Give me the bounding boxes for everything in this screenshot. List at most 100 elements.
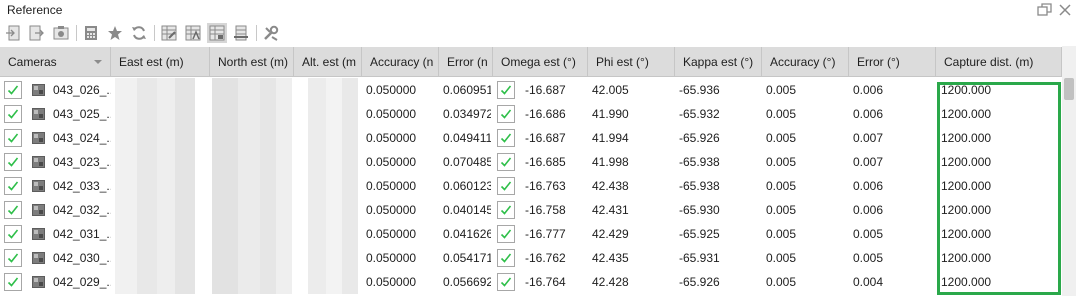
column-header-cameras[interactable]: Cameras — [0, 47, 111, 77]
camera-enabled-checkbox[interactable] — [4, 249, 22, 267]
accuracy-m-value: 0.050000 — [366, 83, 417, 97]
vertical-scrollbar[interactable] — [1062, 46, 1076, 296]
check-icon — [7, 229, 19, 239]
alt-value-redacted — [308, 174, 358, 198]
table-row[interactable]: 042_030_... 0.050000 0.054171 -16.762 42… — [0, 246, 1062, 270]
capture-dist-value: 1200.000 — [941, 83, 992, 97]
close-icon[interactable] — [1056, 1, 1074, 19]
reference-table: Cameras East est (m) North est (m) Alt. … — [0, 46, 1076, 296]
orientation-enabled-checkbox[interactable] — [497, 153, 515, 171]
orientation-enabled-checkbox[interactable] — [497, 201, 515, 219]
omega-value: -16.764 — [525, 275, 566, 289]
table-header: Cameras East est (m) North est (m) Alt. … — [0, 47, 1062, 77]
error-deg-value: 0.007 — [853, 131, 884, 145]
column-header-accuracy-deg[interactable]: Accuracy (°) — [762, 47, 849, 77]
capture-dist-value: 1200.000 — [941, 155, 992, 169]
calculator-icon[interactable] — [81, 23, 101, 43]
settings-tools-icon[interactable] — [261, 23, 281, 43]
orientation-enabled-checkbox[interactable] — [497, 273, 515, 291]
kappa-value: -65.936 — [679, 83, 720, 97]
camera-label: 043_026_... — [53, 83, 111, 97]
column-header-phi[interactable]: Phi est (°) — [588, 47, 675, 77]
import-reference-icon[interactable] — [3, 23, 23, 43]
orientation-enabled-checkbox[interactable] — [497, 249, 515, 267]
table-row[interactable]: 043_024_... 0.050000 0.049411 -16.687 41… — [0, 126, 1062, 150]
camera-enabled-checkbox[interactable] — [4, 201, 22, 219]
accuracy-m-value: 0.050000 — [366, 155, 417, 169]
table-row[interactable]: 043_026_... 0.050000 0.060951 -16.687 42… — [0, 78, 1062, 102]
omega-value: -16.687 — [525, 131, 566, 145]
check-icon — [7, 85, 19, 95]
panel-titlebar: Reference — [0, 0, 1076, 20]
accuracy-deg-value: 0.005 — [766, 131, 797, 145]
column-header-capture-dist[interactable]: Capture dist. (m) — [936, 47, 1062, 77]
column-header-omega[interactable]: Omega est (°) — [493, 47, 588, 77]
orientation-enabled-checkbox[interactable] — [497, 225, 515, 243]
phi-value: 41.998 — [592, 155, 629, 169]
camera-label: 043_025_... — [53, 107, 111, 121]
export-reference-icon[interactable] — [26, 23, 46, 43]
column-header-east[interactable]: East est (m) — [111, 47, 210, 77]
table-row[interactable]: 042_032_... 0.050000 0.040145 -16.758 42… — [0, 198, 1062, 222]
alt-value-redacted — [308, 246, 358, 270]
check-icon — [7, 157, 19, 167]
column-header-accuracy-m[interactable]: Accuracy (n — [362, 47, 439, 77]
check-icon — [7, 253, 19, 263]
toolbar-separator — [154, 25, 155, 41]
check-icon — [500, 109, 512, 119]
view-estimated-icon[interactable] — [183, 23, 203, 43]
camera-enabled-checkbox[interactable] — [4, 225, 22, 243]
check-icon — [7, 109, 19, 119]
camera-enabled-checkbox[interactable] — [4, 273, 22, 291]
convert-reference-icon[interactable] — [51, 23, 71, 43]
column-header-kappa[interactable]: Kappa est (°) — [675, 47, 762, 77]
float-icon[interactable] — [1036, 1, 1054, 19]
orientation-enabled-checkbox[interactable] — [497, 105, 515, 123]
phi-value: 41.994 — [592, 131, 629, 145]
table-body: 043_026_... 0.050000 0.060951 -16.687 42… — [0, 78, 1062, 296]
orientation-enabled-checkbox[interactable] — [497, 129, 515, 147]
column-header-north[interactable]: North est (m) — [210, 47, 294, 77]
east-value-redacted — [115, 222, 195, 246]
column-header-alt[interactable]: Alt. est (m — [294, 47, 362, 77]
accuracy-deg-value: 0.005 — [766, 203, 797, 217]
camera-enabled-checkbox[interactable] — [4, 105, 22, 123]
camera-enabled-checkbox[interactable] — [4, 129, 22, 147]
column-header-error-m[interactable]: Error (n — [439, 47, 493, 77]
error-m-value: 0.060951 — [443, 83, 491, 97]
star-icon[interactable] — [105, 23, 125, 43]
error-m-value: 0.041626 — [443, 227, 491, 241]
table-row[interactable]: 042_029_... 0.050000 0.056692 -16.764 42… — [0, 270, 1062, 294]
camera-enabled-checkbox[interactable] — [4, 81, 22, 99]
camera-enabled-checkbox[interactable] — [4, 177, 22, 195]
kappa-value: -65.938 — [679, 155, 720, 169]
check-icon — [500, 205, 512, 215]
view-source-icon[interactable] — [159, 23, 179, 43]
accuracy-m-value: 0.050000 — [366, 107, 417, 121]
view-errors-icon[interactable] — [207, 23, 227, 43]
table-row[interactable]: 043_025_... 0.050000 0.034972 -16.686 41… — [0, 102, 1062, 126]
camera-icon — [32, 228, 45, 240]
alt-value-redacted — [308, 78, 358, 102]
camera-label: 042_033_... — [53, 179, 111, 193]
error-m-value: 0.034972 — [443, 107, 491, 121]
accuracy-deg-value: 0.005 — [766, 107, 797, 121]
table-row[interactable]: 043_023_... 0.050000 0.070485 -16.685 41… — [0, 150, 1062, 174]
east-value-redacted — [115, 78, 195, 102]
orientation-enabled-checkbox[interactable] — [497, 177, 515, 195]
refresh-icon[interactable] — [129, 23, 149, 43]
kappa-value: -65.926 — [679, 275, 720, 289]
check-icon — [500, 277, 512, 287]
orientation-enabled-checkbox[interactable] — [497, 81, 515, 99]
column-header-error-deg[interactable]: Error (°) — [849, 47, 936, 77]
table-row[interactable]: 042_033_... 0.050000 0.060123 -16.763 42… — [0, 174, 1062, 198]
table-row[interactable]: 042_031_... 0.050000 0.041626 -16.777 42… — [0, 222, 1062, 246]
camera-label: 043_024_... — [53, 131, 111, 145]
capture-dist-value: 1200.000 — [941, 251, 992, 265]
omega-value: -16.777 — [525, 227, 566, 241]
east-value-redacted — [115, 126, 195, 150]
scrollbar-thumb[interactable] — [1064, 78, 1074, 100]
camera-enabled-checkbox[interactable] — [4, 153, 22, 171]
error-m-value: 0.070485 — [443, 155, 491, 169]
select-columns-icon[interactable] — [231, 23, 251, 43]
